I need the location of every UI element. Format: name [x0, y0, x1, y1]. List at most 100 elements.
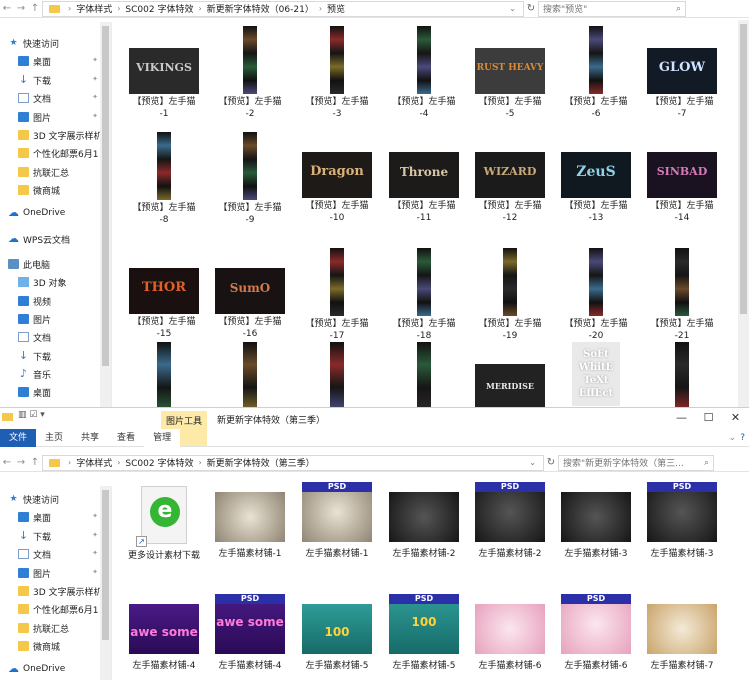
nav-item[interactable]: 个性化邮票6月1 [0, 600, 100, 618]
nav-item[interactable]: 抗联汇总 [0, 619, 100, 637]
pin-icon[interactable]: ✦ [92, 568, 98, 576]
file-item[interactable]: 左手猫素材铺-3 [556, 492, 636, 560]
refresh-icon[interactable]: ↻ [524, 3, 538, 14]
nav-scrollbar[interactable] [100, 486, 111, 680]
file-item[interactable]: 【预览】左手猫 -19 [470, 248, 550, 342]
close-button[interactable]: ✕ [722, 408, 749, 428]
scrollbar-thumb[interactable] [102, 26, 109, 366]
nav-item[interactable]: 桌面 ✦ [0, 52, 100, 70]
breadcrumb-item[interactable]: 字体样式 [76, 456, 112, 469]
pin-icon[interactable]: ✦ [92, 93, 98, 101]
pin-icon[interactable]: ✦ [92, 512, 98, 520]
file-item[interactable]: 左手猫素材铺-7 [642, 604, 722, 672]
nav-item[interactable]: 抗联汇总 [0, 163, 100, 181]
tab-view[interactable]: 查看 [108, 429, 144, 447]
minimize-button[interactable]: — [668, 408, 695, 428]
nav-item[interactable]: ♪ 音乐 [0, 365, 100, 383]
pin-icon[interactable]: ✦ [92, 112, 98, 120]
file-item[interactable]: 100 左手猫素材铺-5 [297, 604, 377, 672]
file-item[interactable]: 【预览】左手猫 -17 [297, 248, 377, 342]
file-item[interactable]: 左手猫素材铺-2 [384, 492, 464, 560]
file-item[interactable]: 【预览】左手猫 -3 [297, 26, 377, 120]
breadcrumb-item[interactable]: 新更新字体特效（第三季） [207, 456, 315, 469]
file-item[interactable]: VIKINGS 【预览】左手猫 -1 [124, 26, 204, 120]
file-item[interactable]: PSD 左手猫素材铺-3 [642, 482, 722, 560]
file-item[interactable]: 【预览】左手猫 -2 [210, 26, 290, 120]
tab-home[interactable]: 主页 [36, 429, 72, 447]
nav-item[interactable]: ☁ WPS云文档 [0, 230, 100, 248]
file-item[interactable]: awe some 左手猫素材铺-4 [124, 604, 204, 672]
nav-item[interactable]: ↓ 下载 ✦ [0, 527, 100, 545]
maximize-button[interactable]: ☐ [695, 408, 722, 428]
breadcrumb-item[interactable]: SC002 字体特效 [125, 456, 193, 469]
forward-arrow-icon[interactable]: → [14, 3, 28, 14]
breadcrumb[interactable]: › 字体样式 › SC002 字体特效 › 新更新字体特效（06-21） › 预… [42, 0, 524, 17]
forward-arrow-icon[interactable]: → [14, 457, 28, 468]
file-item[interactable]: Throne 【预览】左手猫 -11 [384, 132, 464, 224]
file-item[interactable]: PSD 左手猫素材铺-6 [556, 594, 636, 672]
nav-item[interactable]: ★ 快速访问 [0, 34, 100, 52]
scrollbar-thumb[interactable] [740, 24, 747, 314]
file-item[interactable] [384, 342, 464, 410]
file-item[interactable]: 【预览】左手猫 -9 [210, 132, 290, 226]
nav-item[interactable]: ☁ OneDrive [0, 204, 100, 222]
nav-item[interactable]: 图片 ✦ [0, 108, 100, 126]
nav-item[interactable]: 文档 ✦ [0, 545, 100, 563]
pin-icon[interactable]: ✦ [92, 531, 98, 539]
file-item[interactable]: PSD 左手猫素材铺-2 [470, 482, 550, 560]
nav-item[interactable]: ★ 快速访问 [0, 490, 100, 508]
file-item[interactable]: 左手猫素材铺-1 [210, 492, 290, 560]
pin-icon[interactable]: ✦ [92, 549, 98, 557]
quick-access-toolbar[interactable]: ▥ ☑ ▾ [18, 410, 45, 420]
file-item[interactable] [210, 342, 290, 410]
nav-item[interactable]: 图片 [0, 310, 100, 328]
file-item[interactable]: PSD 100 左手猫素材铺-5 [384, 594, 464, 672]
nav-item[interactable]: ↓ 下载 [0, 347, 100, 365]
back-arrow-icon[interactable]: ← [0, 3, 14, 14]
file-item[interactable]: SumO 【预览】左手猫 -16 [210, 248, 290, 340]
nav-item[interactable]: 文档 ✦ [0, 89, 100, 107]
up-arrow-icon[interactable]: ↑ [28, 457, 42, 468]
file-item[interactable]: 【预览】左手猫 -4 [384, 26, 464, 120]
chevron-down-icon[interactable]: ⌄ [506, 4, 519, 13]
nav-scrollbar[interactable] [100, 22, 111, 410]
chevron-down-icon[interactable]: ⌄ [526, 458, 539, 467]
file-item[interactable]: 【预览】左手猫 -18 [384, 248, 464, 342]
tab-manage[interactable]: 管理 [144, 428, 181, 447]
nav-item[interactable]: ☁ OneDrive [0, 660, 100, 678]
refresh-icon[interactable]: ↻ [544, 457, 558, 468]
breadcrumb-item[interactable]: 预览 [327, 2, 345, 15]
file-item[interactable]: 【预览】左手猫 -6 [556, 26, 636, 120]
nav-item[interactable]: 3D 文字展示样机 [0, 582, 100, 600]
back-arrow-icon[interactable]: ← [0, 457, 14, 468]
file-item[interactable]: Dragon 【预览】左手猫 -10 [297, 132, 377, 224]
nav-item[interactable]: 此电脑 [0, 255, 100, 273]
file-item[interactable]: 【预览】左手猫 -8 [124, 132, 204, 226]
tab-file[interactable]: 文件 [0, 428, 37, 447]
file-item[interactable]: e ↗ 更多设计素材下载 [124, 486, 204, 562]
file-item[interactable]: 【预览】左手猫 -20 [556, 248, 636, 342]
content-scrollbar[interactable] [738, 20, 749, 410]
breadcrumb-item[interactable]: 字体样式 [76, 2, 112, 15]
file-item[interactable]: SoFt WhitE TeXt EffEct [556, 342, 636, 406]
file-item[interactable]: 【预览】左手猫 -21 [642, 248, 722, 342]
nav-item[interactable]: 桌面 ✦ [0, 508, 100, 526]
scrollbar-thumb[interactable] [102, 490, 109, 640]
search-input[interactable]: 搜索"新更新字体特效（第三... ⌕ [558, 454, 714, 471]
nav-item[interactable]: 桌面 [0, 383, 100, 401]
nav-item[interactable]: ↓ 下载 ✦ [0, 71, 100, 89]
breadcrumb-item[interactable]: 新更新字体特效（06-21） [207, 2, 314, 15]
nav-item[interactable]: 图片 ✦ [0, 564, 100, 582]
nav-item[interactable]: 视频 [0, 292, 100, 310]
file-item[interactable]: SINBAD 【预览】左手猫 -14 [642, 132, 722, 224]
file-item[interactable]: WIZARD 【预览】左手猫 -12 [470, 132, 550, 224]
file-item[interactable]: ZeuS 【预览】左手猫 -13 [556, 132, 636, 224]
nav-item[interactable]: 个性化邮票6月1 [0, 144, 100, 162]
tab-share[interactable]: 共享 [72, 429, 108, 447]
pin-icon[interactable]: ✦ [92, 56, 98, 64]
chevron-down-icon[interactable]: ⌄ [729, 433, 741, 443]
nav-item[interactable]: 文档 [0, 328, 100, 346]
breadcrumb-item[interactable]: SC002 字体特效 [125, 2, 193, 15]
file-item[interactable]: PSD awe some 左手猫素材铺-4 [210, 594, 290, 672]
nav-item[interactable]: 微商城 [0, 181, 100, 199]
